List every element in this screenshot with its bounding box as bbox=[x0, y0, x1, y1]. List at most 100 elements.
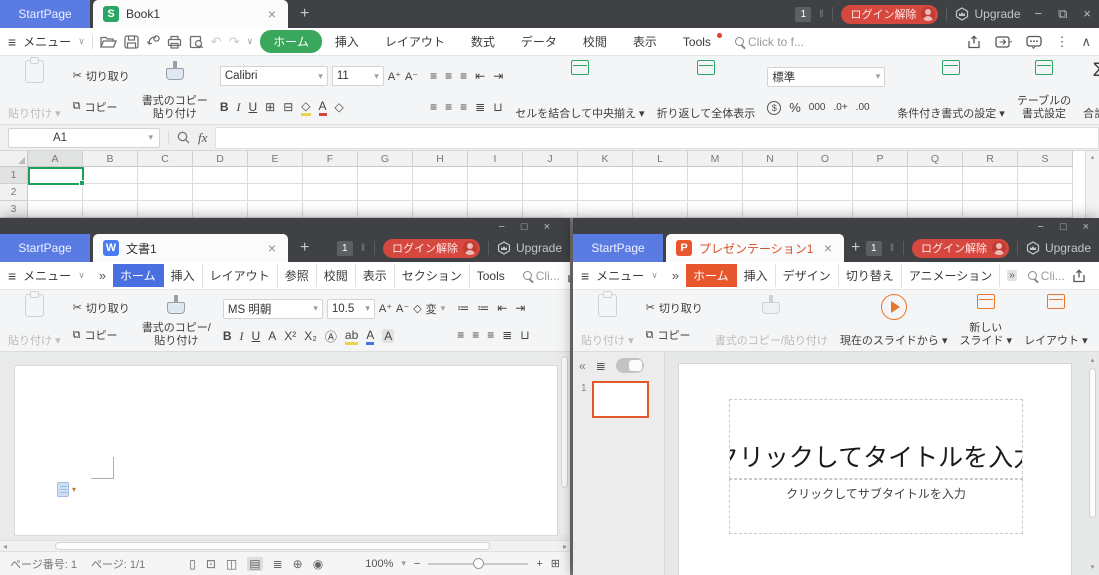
print-preview-button[interactable] bbox=[189, 35, 204, 49]
column-header[interactable]: I bbox=[468, 151, 523, 167]
page-view-icon[interactable]: ▤ bbox=[247, 557, 262, 571]
paste-button[interactable]: 貼り付け ▾ bbox=[8, 294, 61, 349]
highlight-color-button[interactable]: ab bbox=[345, 328, 358, 345]
ribbon-tab[interactable]: 参照 bbox=[278, 264, 317, 287]
tab-list-icon[interactable] bbox=[995, 35, 1013, 49]
align-bottom-icon[interactable]: ≡ bbox=[460, 69, 467, 83]
comment-icon[interactable] bbox=[1026, 35, 1042, 49]
cells-area[interactable] bbox=[28, 167, 1073, 218]
strikethrough-button[interactable]: A bbox=[268, 329, 276, 343]
export-pdf-button[interactable] bbox=[146, 35, 160, 49]
ribbon-tab[interactable]: デザイン bbox=[776, 264, 839, 287]
align-middle-icon[interactable]: ≡ bbox=[445, 69, 452, 83]
zoom-dropdown-icon[interactable]: ▾ bbox=[401, 558, 406, 569]
fx-icon[interactable]: fx bbox=[198, 130, 207, 146]
align-right-icon[interactable]: ≡ bbox=[460, 100, 467, 114]
window-count-badge[interactable]: 1 bbox=[866, 241, 882, 256]
increase-indent-icon[interactable]: ⇥ bbox=[515, 301, 525, 315]
outline-view-icon[interactable]: ≣ bbox=[596, 359, 606, 373]
scrollbar-thumb[interactable] bbox=[55, 542, 490, 550]
align-center-icon[interactable]: ≡ bbox=[472, 328, 479, 342]
eye-protection-icon[interactable]: ◉ bbox=[313, 557, 323, 571]
login-button[interactable]: ログイン解除 bbox=[383, 239, 480, 258]
minimize-button[interactable]: − bbox=[1037, 221, 1043, 233]
ribbon-tab[interactable]: 表示 bbox=[356, 264, 395, 287]
font-color-button[interactable]: A bbox=[319, 99, 327, 116]
tab-startpage[interactable]: StartPage bbox=[573, 234, 663, 262]
hamburger-icon[interactable]: ≡ bbox=[8, 34, 16, 50]
close-tab-icon[interactable]: × bbox=[822, 240, 834, 256]
restore-button[interactable]: ⧉ bbox=[1058, 6, 1067, 22]
title-placeholder[interactable]: クリックしてタイトルを入力 bbox=[729, 399, 1023, 479]
menu-button[interactable]: メニュー bbox=[23, 267, 71, 284]
more-options-icon[interactable]: ⋮ bbox=[1055, 34, 1068, 50]
new-tab-button[interactable]: + bbox=[288, 234, 321, 262]
ribbon-tab[interactable]: ホーム bbox=[113, 264, 164, 287]
open-file-button[interactable] bbox=[100, 35, 117, 49]
table-format-button[interactable]: テーブルの書式設定 bbox=[1017, 60, 1071, 122]
column-header[interactable]: K bbox=[578, 151, 633, 167]
quick-toolbar-dropdown-icon[interactable]: ∨ bbox=[247, 36, 254, 47]
login-button[interactable]: ログイン解除 bbox=[841, 5, 938, 24]
book-view-icon[interactable]: ◫ bbox=[226, 557, 237, 571]
italic-button[interactable]: I bbox=[240, 329, 244, 344]
ribbon-tab[interactable]: 挿入 bbox=[737, 264, 776, 287]
column-header[interactable]: L bbox=[633, 151, 688, 167]
merge-style-button[interactable]: ⊟ bbox=[283, 100, 293, 114]
currency-icon[interactable]: $ bbox=[767, 101, 781, 115]
menu-button[interactable]: メニュー bbox=[23, 33, 71, 50]
column-header[interactable]: S bbox=[1018, 151, 1073, 167]
overflow-left-icon[interactable]: » bbox=[99, 268, 106, 283]
sheet-vertical-scrollbar[interactable]: ▴ bbox=[1085, 151, 1099, 218]
upgrade-button[interactable]: Upgrade bbox=[1026, 241, 1091, 255]
slide-canvas[interactable]: クリックしてタイトルを入力 クリックしてサブタイトルを入力 bbox=[678, 363, 1072, 575]
row-header[interactable]: 1 bbox=[0, 167, 28, 184]
column-header[interactable]: G bbox=[358, 151, 413, 167]
search-box[interactable]: Cli... bbox=[523, 269, 560, 283]
number-format-select[interactable]: 標準▾ bbox=[767, 67, 885, 87]
copy-button[interactable]: ⧉コピー bbox=[73, 327, 118, 343]
fill-color-button[interactable]: ◇ bbox=[301, 99, 310, 116]
outline-view-icon[interactable]: ≣ bbox=[273, 557, 283, 571]
zoom-slider[interactable] bbox=[428, 563, 528, 565]
column-header[interactable]: R bbox=[963, 151, 1018, 167]
column-header[interactable]: C bbox=[138, 151, 193, 167]
tab-book1[interactable]: S Book1 × bbox=[93, 0, 288, 28]
zoom-level[interactable]: 100% bbox=[365, 558, 393, 570]
scroll-down-icon[interactable]: ▾ bbox=[1088, 563, 1097, 571]
maximize-button[interactable]: □ bbox=[521, 221, 528, 233]
decrease-font-button[interactable]: A⁻ bbox=[405, 70, 418, 83]
zoom-slider-thumb[interactable] bbox=[473, 558, 484, 569]
font-size-select[interactable]: 11▾ bbox=[332, 66, 384, 86]
document-page[interactable]: ▾ bbox=[14, 365, 558, 536]
ribbon-tab[interactable]: データ bbox=[508, 30, 570, 53]
writer-document-area[interactable]: ▾ bbox=[0, 352, 570, 540]
redo-icon[interactable]: ↷ bbox=[229, 34, 240, 50]
cell-name-box[interactable]: A1 ▾ bbox=[8, 128, 160, 148]
scroll-right-icon[interactable]: ▸ bbox=[563, 542, 567, 551]
copy-button[interactable]: ⧉コピー bbox=[73, 99, 118, 115]
upgrade-button[interactable]: Upgrade bbox=[955, 7, 1020, 21]
print-button[interactable] bbox=[167, 35, 182, 49]
share-icon[interactable] bbox=[967, 35, 982, 49]
ribbon-tab[interactable]: ホーム bbox=[260, 30, 322, 53]
slide-editing-area[interactable]: クリックしてタイトルを入力 クリックしてサブタイトルを入力 ▴ ▾ bbox=[665, 352, 1099, 575]
close-tab-icon[interactable]: × bbox=[266, 6, 278, 22]
column-header[interactable]: P bbox=[853, 151, 908, 167]
mobile-view-icon[interactable]: ▯ bbox=[189, 557, 196, 571]
cut-button[interactable]: ✂切り取り bbox=[73, 68, 130, 84]
tab-startpage[interactable]: StartPage bbox=[0, 0, 90, 28]
search-box[interactable]: Cli... bbox=[1028, 269, 1065, 283]
column-header[interactable]: E bbox=[248, 151, 303, 167]
paste-button[interactable]: 貼り付け ▾ bbox=[581, 294, 634, 349]
align-right-icon[interactable]: ≡ bbox=[487, 328, 494, 342]
zoom-in-button[interactable]: + bbox=[536, 558, 542, 570]
close-button[interactable]: × bbox=[544, 221, 550, 233]
format-painter-button[interactable]: 書式のコピー/貼り付け bbox=[142, 294, 211, 349]
ribbon-tab[interactable]: レイアウト bbox=[203, 264, 278, 287]
collapse-ribbon-icon[interactable]: ∧ bbox=[1081, 34, 1091, 50]
hamburger-icon[interactable]: ≡ bbox=[581, 268, 589, 284]
copy-button[interactable]: ⧉コピー bbox=[646, 327, 691, 343]
increase-font-button[interactable]: A⁺ bbox=[388, 70, 401, 83]
paste-button[interactable]: 貼り付け ▾ bbox=[8, 60, 61, 122]
